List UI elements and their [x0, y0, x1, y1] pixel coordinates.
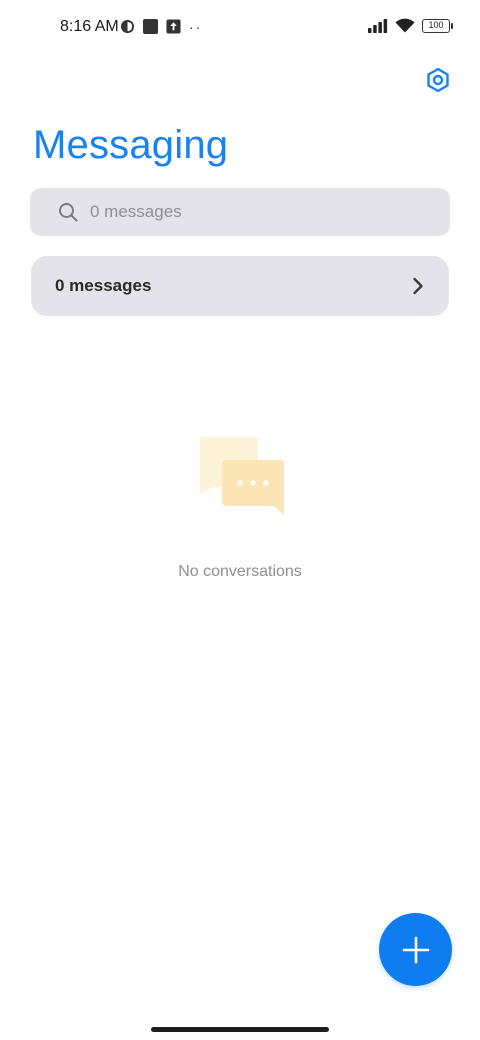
- search-placeholder: 0 messages: [90, 202, 182, 221]
- search-icon: [59, 203, 78, 222]
- wifi-icon: [395, 18, 415, 33]
- more-dots-icon: ··: [189, 18, 203, 35]
- upload-notification-icon: [166, 19, 181, 34]
- messages-row-label: 0 messages: [55, 276, 152, 295]
- chat-bubbles-icon: [199, 437, 284, 515]
- new-conversation-button[interactable]: [379, 913, 452, 986]
- plus-icon: [402, 936, 429, 963]
- home-indicator[interactable]: [151, 1027, 329, 1032]
- status-right-icons: 100: [368, 18, 453, 33]
- battery-icon: 100: [422, 18, 453, 33]
- messages-row[interactable]: 0 messages: [31, 256, 449, 316]
- status-bar: 8:16 AM ·· 100: [0, 0, 480, 56]
- app-notification-icon: [120, 19, 135, 34]
- square-notification-icon: [143, 19, 158, 34]
- empty-state-text: No conversations: [178, 563, 302, 580]
- search-input[interactable]: 0 messages: [30, 188, 450, 236]
- page-title: Messaging: [33, 123, 229, 167]
- signal-icon: [368, 18, 388, 33]
- settings-hexagon-icon: [427, 67, 449, 93]
- status-left-icons: ··: [120, 19, 202, 34]
- settings-button[interactable]: [424, 66, 452, 94]
- chevron-right-icon: [413, 277, 423, 295]
- status-time: 8:16 AM: [60, 18, 119, 35]
